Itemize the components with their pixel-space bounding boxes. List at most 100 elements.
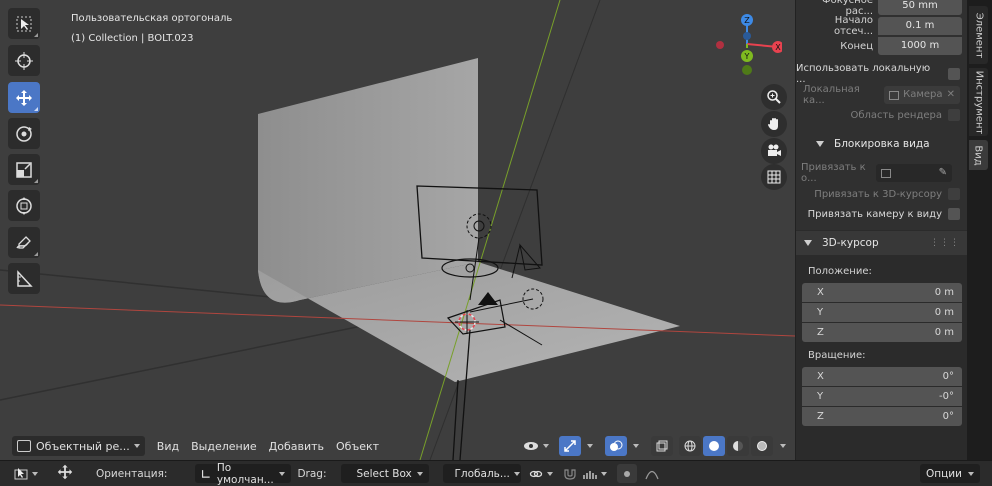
render-region-label: Область рендера xyxy=(850,109,942,121)
rotation-label: Вращение: xyxy=(808,350,866,361)
pivot-point-dropdown[interactable] xyxy=(527,464,555,483)
shading-dropdown[interactable] xyxy=(775,436,791,456)
tab-tool[interactable]: Инструмент xyxy=(969,68,988,136)
menu-view[interactable]: Вид xyxy=(151,437,185,456)
snap-target-dropdown[interactable] xyxy=(581,464,609,483)
chevron-down-icon xyxy=(587,444,593,448)
focal-length-field[interactable]: 50 mm xyxy=(878,0,962,15)
tab-item[interactable]: Элемент xyxy=(969,6,988,64)
navigation-gizmo[interactable]: Z X Y xyxy=(712,12,782,84)
select-box-tool[interactable] xyxy=(8,8,40,39)
tab-view-label: Вид xyxy=(973,144,984,166)
pan-button[interactable] xyxy=(761,111,787,137)
scale-icon xyxy=(16,161,32,178)
scene-canvas[interactable] xyxy=(0,0,795,460)
gizmo-dropdown[interactable] xyxy=(583,436,597,456)
lock-camera-to-view-checkbox[interactable] xyxy=(948,208,960,220)
zoom-button[interactable] xyxy=(761,84,787,110)
use-local-camera-row[interactable]: Использовать локальную ... xyxy=(796,63,967,85)
move-tool[interactable] xyxy=(8,82,40,113)
clip-end-field[interactable]: 1000 m xyxy=(878,37,962,55)
chevron-down-icon xyxy=(133,444,140,448)
rotation-z-field[interactable]: Z 0° xyxy=(802,407,962,426)
mode-dropdown[interactable]: Объектный ре... xyxy=(12,436,145,456)
annotate-tool[interactable] xyxy=(8,227,40,258)
tool-shelf xyxy=(8,8,40,299)
proportional-edit-toggle[interactable] xyxy=(616,464,637,483)
link-icon xyxy=(529,470,542,477)
ortho-toggle-button[interactable] xyxy=(761,164,787,190)
rotate-tool[interactable] xyxy=(8,118,40,149)
pencil-icon xyxy=(16,235,31,249)
tab-tool-label: Инструмент xyxy=(973,70,985,134)
scale-tool[interactable] xyxy=(8,154,40,185)
pivot-dropdown[interactable]: Глобаль... xyxy=(442,464,521,483)
overlays-toggle-button[interactable] xyxy=(605,436,627,456)
rendered-shading-button[interactable] xyxy=(751,436,773,456)
location-y-field[interactable]: Y 0 m xyxy=(802,303,962,322)
location-x-value: 0 m xyxy=(934,287,954,298)
overlays-dropdown[interactable] xyxy=(629,436,643,456)
3d-viewport[interactable]: Пользовательская ортогональ (1) Collecti… xyxy=(0,0,795,460)
rotation-z-axis: Z xyxy=(817,411,824,422)
view-name-label: Пользовательская ортогональ xyxy=(71,13,233,24)
backdrop-wall xyxy=(258,58,478,303)
drag-handle-icon[interactable]: ⋮⋮⋮ xyxy=(930,238,960,248)
svg-text:X: X xyxy=(775,43,781,52)
hand-icon xyxy=(768,118,778,130)
use-local-camera-checkbox[interactable] xyxy=(948,68,960,80)
gizmo-toggle-button[interactable] xyxy=(559,436,581,456)
chevron-down-icon xyxy=(780,444,786,448)
visibility-button[interactable] xyxy=(521,436,551,456)
rotation-y-value: -0° xyxy=(939,391,954,402)
lock-to-3d-cursor-row[interactable]: Привязать к 3D-курсору xyxy=(796,184,967,204)
render-region-row[interactable]: Область рендера xyxy=(796,105,967,125)
transform-icon xyxy=(16,196,32,215)
cursor-tool[interactable] xyxy=(8,45,40,76)
lock-camera-to-view-label: Привязать камеру к виду xyxy=(807,208,942,220)
lock-camera-to-view-row[interactable]: Привязать камеру к виду xyxy=(796,204,967,224)
lock-to-object-field[interactable]: ✎ xyxy=(876,164,952,182)
cursor-arrow-icon xyxy=(16,16,32,31)
eyedropper-icon[interactable]: ✎ xyxy=(939,164,947,182)
falloff-dropdown[interactable] xyxy=(639,464,665,483)
proportional-dot-icon xyxy=(623,470,630,477)
tool-icon-dropdown[interactable] xyxy=(8,464,44,483)
svg-text:Y: Y xyxy=(744,52,750,61)
falloff-curve-icon xyxy=(644,470,659,479)
orientation-dropdown[interactable]: По умолчан... xyxy=(195,462,292,486)
rotation-x-field[interactable]: X 0° xyxy=(802,367,962,386)
options-dropdown[interactable]: Опции xyxy=(920,464,980,483)
solid-shading-button[interactable] xyxy=(703,436,725,456)
location-z-field[interactable]: Z 0 m xyxy=(802,323,962,342)
rotation-z-value: 0° xyxy=(942,411,954,422)
material-shading-button[interactable] xyxy=(727,436,749,456)
clip-start-field[interactable]: 0.1 m xyxy=(878,17,962,35)
measure-tool[interactable] xyxy=(8,263,40,294)
orientation-label: Ориентация: xyxy=(96,467,168,480)
menu-add[interactable]: Добавить xyxy=(263,437,330,456)
location-x-field[interactable]: X 0 m xyxy=(802,283,962,302)
transform-tool[interactable] xyxy=(8,190,40,221)
menu-select[interactable]: Выделение xyxy=(185,437,263,456)
rotation-x-value: 0° xyxy=(942,371,954,382)
magnifier-icon xyxy=(767,90,781,104)
xray-icon xyxy=(656,440,668,452)
collapse-triangle-icon xyxy=(804,240,812,246)
camera-view-button[interactable] xyxy=(761,138,787,164)
snap-toggle[interactable] xyxy=(561,464,579,483)
render-region-checkbox[interactable] xyxy=(948,109,960,121)
lock-to-3d-cursor-checkbox[interactable] xyxy=(948,188,960,200)
drag-dropdown[interactable]: Select Box xyxy=(340,464,429,483)
tab-view[interactable]: Вид xyxy=(969,140,988,170)
view-lock-panel-header[interactable]: Блокировка вида xyxy=(796,132,967,156)
cursor-panel-header[interactable]: 3D-курсор ⋮⋮⋮ xyxy=(796,231,967,255)
menu-object[interactable]: Объект xyxy=(330,437,385,456)
xray-toggle-button[interactable] xyxy=(651,436,673,456)
rotation-y-field[interactable]: Y -0° xyxy=(802,387,962,406)
wireframe-shading-button[interactable] xyxy=(679,436,701,456)
local-camera-row: Локальная ка... Камера ✕ xyxy=(796,84,967,106)
svg-text:Z: Z xyxy=(744,16,750,25)
location-y-axis: Y xyxy=(817,307,824,318)
tool-settings-header: Ориентация: По умолчан... Drag: Select B… xyxy=(0,460,992,486)
